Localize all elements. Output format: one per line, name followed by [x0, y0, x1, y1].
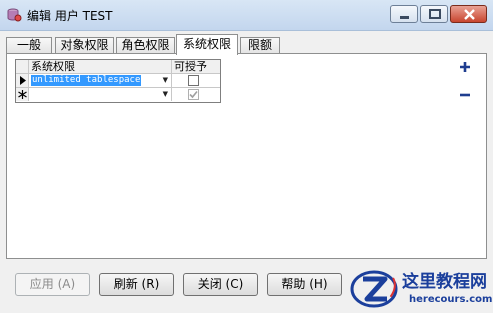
chevron-down-icon[interactable]: ▼ [163, 88, 168, 101]
watermark-url: herecours.com [409, 294, 493, 305]
apply-button[interactable]: 应用 (A) [15, 273, 90, 296]
tab-strip: 一般 对象权限 角色权限 系统权限 限额 [6, 34, 486, 55]
row-selector[interactable] [16, 88, 29, 101]
grid-header-row: 系统权限 可授予 [16, 60, 220, 74]
close-dialog-button[interactable]: 关闭 (C) [183, 273, 258, 296]
privilege-select[interactable]: ▼ [29, 88, 172, 101]
table-row[interactable]: unlimited tablespace ▼ [16, 74, 220, 88]
tab-quota[interactable]: 限额 [240, 37, 280, 54]
refresh-button[interactable]: 刷新 (R) [99, 273, 174, 296]
table-row[interactable]: ▼ [16, 88, 220, 102]
tab-panel-system-privileges: 系统权限 可授予 unlimited tablespace ▼ ▼ [6, 53, 487, 259]
tab-system-privileges[interactable]: 系统权限 [176, 34, 238, 55]
tab-general[interactable]: 一般 [6, 37, 52, 54]
database-user-icon [7, 8, 22, 22]
privilege-value: unlimited tablespace [31, 75, 142, 86]
minimize-icon [400, 16, 409, 19]
column-header-grantable[interactable]: 可授予 [172, 60, 220, 73]
new-row-star-icon [18, 90, 27, 99]
close-icon [464, 9, 475, 20]
tab-object-privileges[interactable]: 对象权限 [55, 37, 114, 54]
privileges-grid: 系统权限 可授予 unlimited tablespace ▼ ▼ [15, 59, 221, 103]
minimize-button[interactable] [390, 5, 418, 23]
row-selector[interactable] [16, 74, 29, 87]
current-row-arrow-icon [20, 76, 26, 85]
help-button[interactable]: 帮助 (H) [267, 273, 342, 296]
maximize-button[interactable] [420, 5, 448, 23]
watermark-name: 这里教程网 [402, 272, 487, 292]
minus-icon[interactable] [458, 88, 472, 102]
close-button[interactable] [450, 5, 487, 23]
title-bar: 编辑 用户 TEST [0, 0, 493, 31]
grantable-cell [172, 88, 220, 101]
grantable-checkbox[interactable] [188, 89, 199, 100]
checkmark-icon [189, 90, 198, 99]
window-title: 编辑 用户 TEST [27, 9, 113, 23]
grantable-cell [172, 74, 220, 87]
chevron-down-icon[interactable]: ▼ [163, 74, 168, 87]
plus-icon[interactable] [458, 60, 472, 74]
row-selector-header [16, 60, 29, 73]
grantable-checkbox[interactable] [188, 75, 199, 86]
privilege-select[interactable]: unlimited tablespace ▼ [29, 74, 172, 87]
column-header-privilege[interactable]: 系统权限 [29, 60, 172, 73]
watermark-logo-icon [350, 269, 398, 309]
maximize-icon [429, 9, 441, 19]
tab-role-privileges[interactable]: 角色权限 [116, 37, 175, 54]
